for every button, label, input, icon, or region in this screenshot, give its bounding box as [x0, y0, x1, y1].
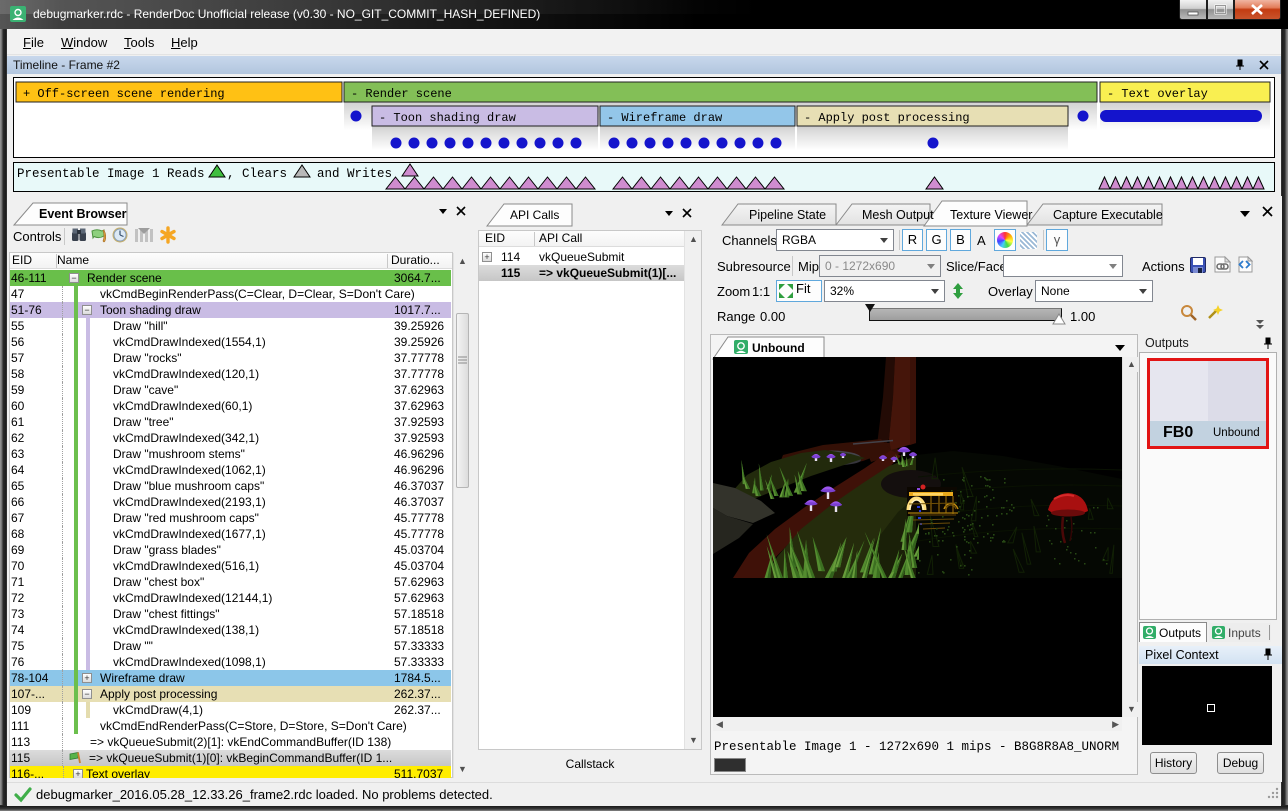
svg-text:API Calls: API Calls	[510, 208, 559, 222]
svg-text:Capture Executable: Capture Executable	[1053, 208, 1163, 222]
svg-text:Pipeline State: Pipeline State	[749, 208, 826, 222]
svg-text:- Apply post processing: - Apply post processing	[804, 111, 970, 125]
svg-text:, Clears: , Clears	[227, 167, 287, 181]
svg-text:and Writes: and Writes	[317, 167, 392, 181]
svg-text:- Wireframe draw: - Wireframe draw	[607, 111, 723, 125]
svg-text:- Render scene: - Render scene	[351, 87, 452, 101]
svg-text:Presentable Image 1 Reads: Presentable Image 1 Reads	[17, 167, 205, 181]
svg-text:- Text overlay: - Text overlay	[1107, 87, 1208, 101]
svg-text:- Toon shading draw: - Toon shading draw	[379, 111, 517, 125]
svg-text:+ Off-screen scene rendering: + Off-screen scene rendering	[23, 87, 225, 101]
svg-text:Unbound: Unbound	[752, 341, 805, 355]
svg-text:Mesh Output: Mesh Output	[862, 208, 934, 222]
svg-text:Texture Viewer: Texture Viewer	[950, 208, 1032, 222]
svg-text:Event Browser: Event Browser	[39, 207, 127, 221]
